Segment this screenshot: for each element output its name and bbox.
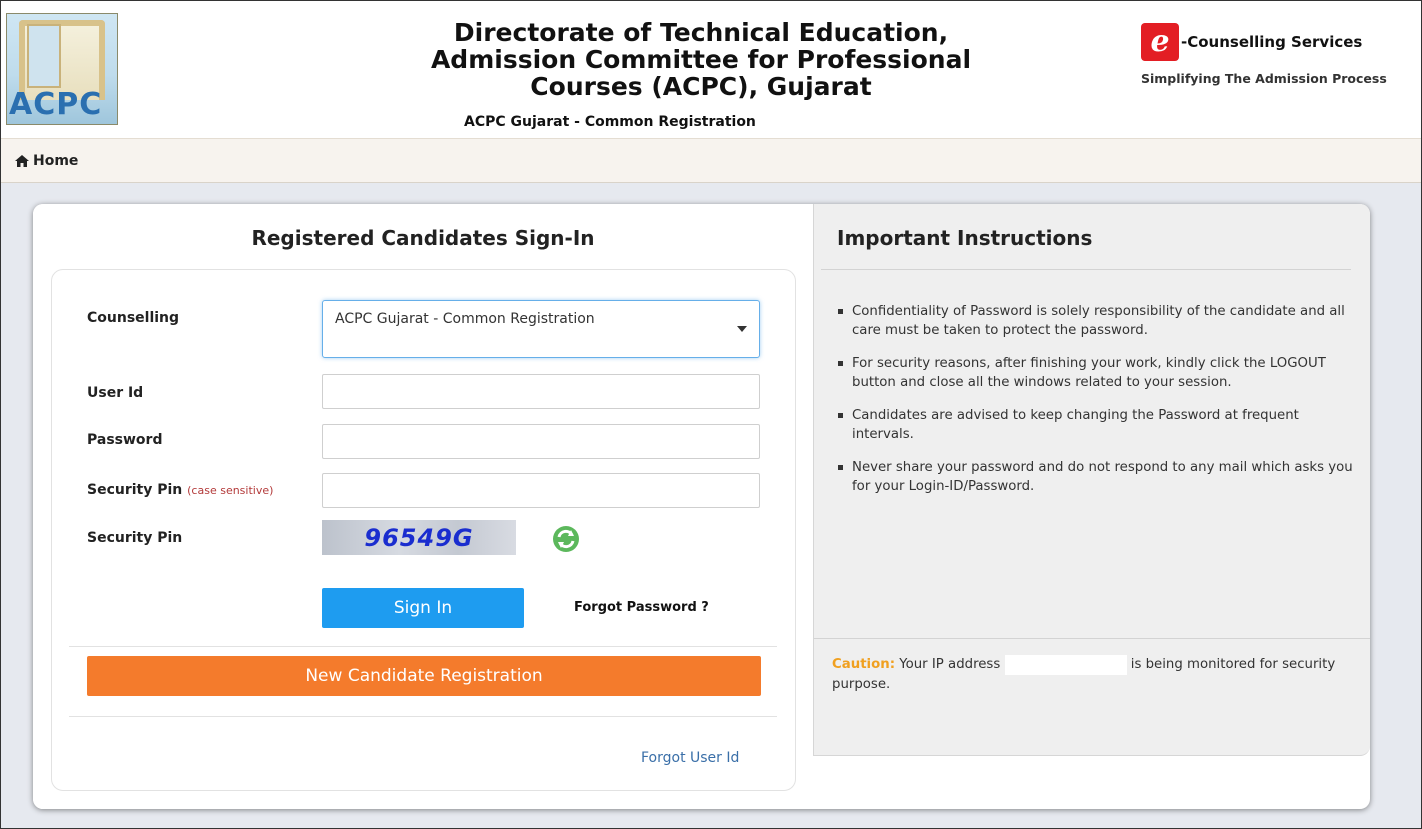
divider bbox=[821, 269, 1351, 270]
logo-door-graphic bbox=[27, 24, 61, 88]
page-title: Directorate of Technical Education, Admi… bbox=[381, 19, 1021, 100]
security-pin-input-label: Security Pin (case sensitive) bbox=[87, 482, 273, 498]
signin-button[interactable]: Sign In bbox=[322, 588, 524, 628]
instructions-pane: Important Instructions Confidentiality o… bbox=[813, 204, 1370, 756]
signin-pane: Registered Candidates Sign-In Counsellin… bbox=[33, 204, 813, 809]
divider bbox=[69, 646, 777, 647]
caution-label: Caution: bbox=[832, 657, 896, 672]
bullet-icon bbox=[838, 413, 843, 418]
ecounselling-e-icon: e bbox=[1150, 24, 1170, 59]
security-pin-input[interactable] bbox=[322, 473, 760, 508]
signin-card: Registered Candidates Sign-In Counsellin… bbox=[33, 204, 1370, 809]
chevron-down-icon bbox=[737, 326, 747, 332]
bullet-icon bbox=[838, 361, 843, 366]
captcha-text: 96549G bbox=[364, 523, 474, 552]
nav-home-link[interactable]: Home bbox=[15, 153, 78, 169]
new-candidate-registration-button[interactable]: New Candidate Registration bbox=[87, 656, 761, 696]
instruction-text: Never share your password and do not res… bbox=[852, 460, 1353, 494]
nav-home-label: Home bbox=[33, 152, 79, 169]
title-line-3: Courses (ACPC), Gujarat bbox=[530, 72, 872, 101]
ip-address-redacted bbox=[1004, 655, 1127, 675]
logo-text: ACPC bbox=[9, 87, 103, 122]
page-frame: ACPC Directorate of Technical Education,… bbox=[0, 0, 1422, 829]
ecounselling-tagline: Simplifying The Admission Process bbox=[1141, 71, 1387, 86]
forgot-password-link[interactable]: Forgot Password ? bbox=[574, 600, 709, 615]
caution-notice: Caution: Your IP address is being monito… bbox=[832, 655, 1342, 695]
home-icon bbox=[15, 154, 29, 167]
instruction-text: For security reasons, after finishing yo… bbox=[852, 356, 1326, 390]
instruction-text: Confidentiality of Password is solely re… bbox=[852, 304, 1345, 338]
counselling-selected-value: ACPC Gujarat - Common Registration bbox=[335, 311, 595, 327]
instruction-item: Confidentiality of Password is solely re… bbox=[832, 302, 1357, 340]
security-pin-label-text: Security Pin bbox=[87, 482, 183, 498]
instruction-item: For security reasons, after finishing yo… bbox=[832, 354, 1357, 392]
caution-text-before-ip: Your IP address bbox=[899, 657, 1001, 672]
refresh-icon[interactable] bbox=[552, 525, 580, 553]
bullet-icon bbox=[838, 465, 843, 470]
password-label: Password bbox=[87, 432, 163, 448]
header: ACPC Directorate of Technical Education,… bbox=[1, 1, 1421, 138]
counselling-label: Counselling bbox=[87, 310, 180, 326]
userid-label: User Id bbox=[87, 385, 144, 401]
divider bbox=[69, 716, 777, 717]
acpc-logo: ACPC bbox=[6, 13, 118, 125]
ecounselling-title: -Counselling Services bbox=[1181, 33, 1363, 51]
signin-form: Counselling ACPC Gujarat - Common Regist… bbox=[51, 269, 796, 791]
case-sensitive-hint: (case sensitive) bbox=[187, 484, 274, 497]
signin-title: Registered Candidates Sign-In bbox=[251, 226, 595, 250]
instruction-item: Candidates are advised to keep changing … bbox=[832, 406, 1357, 444]
instruction-text: Candidates are advised to keep changing … bbox=[852, 408, 1299, 442]
forgot-userid-link[interactable]: Forgot User Id bbox=[641, 750, 739, 766]
captcha-image: 96549G bbox=[322, 520, 516, 555]
divider bbox=[814, 638, 1370, 639]
page-subtitle: ACPC Gujarat - Common Registration bbox=[464, 114, 756, 130]
bullet-icon bbox=[838, 309, 843, 314]
title-line-1: Directorate of Technical Education, bbox=[453, 18, 949, 47]
security-pin-image-label: Security Pin bbox=[87, 530, 183, 546]
password-input[interactable] bbox=[322, 424, 760, 459]
instructions-title: Important Instructions bbox=[837, 226, 1093, 250]
counselling-select[interactable]: ACPC Gujarat - Common Registration bbox=[322, 300, 760, 358]
userid-input[interactable] bbox=[322, 374, 760, 409]
ecounselling-logo: e bbox=[1141, 23, 1179, 61]
title-line-2: Admission Committee for Professional bbox=[430, 45, 972, 74]
instructions-list: Confidentiality of Password is solely re… bbox=[832, 302, 1357, 510]
nav-bar: Home bbox=[1, 138, 1421, 183]
instruction-item: Never share your password and do not res… bbox=[832, 458, 1357, 496]
